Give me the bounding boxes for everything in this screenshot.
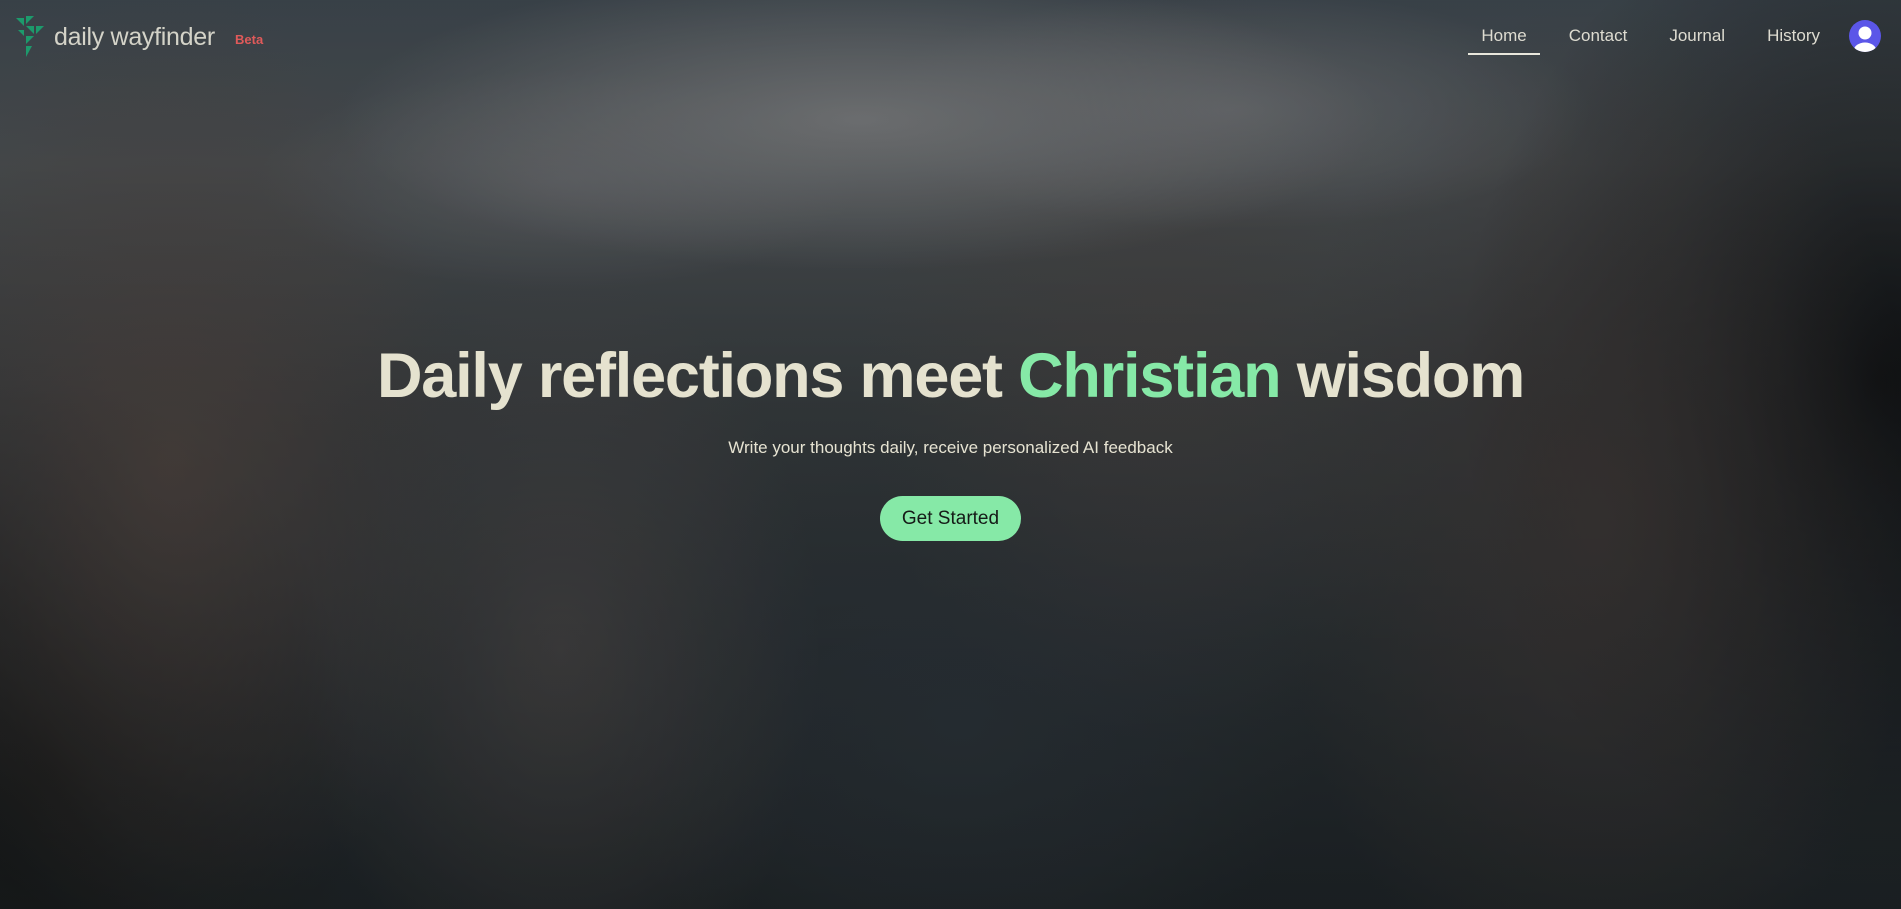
- logo-text: daily wayfinder: [54, 22, 215, 51]
- hero-subheadline: Write your thoughts daily, receive perso…: [728, 438, 1173, 457]
- headline-text-start: Daily reflections meet: [376, 341, 1019, 411]
- avatar-button[interactable]: [1849, 20, 1881, 52]
- page: daily wayfinder Beta Home Contact Journa…: [0, 0, 1901, 909]
- nav-item-contact[interactable]: Contact: [1556, 14, 1641, 58]
- logo-icon: [16, 16, 44, 57]
- headline-accent-word: Christian: [1018, 341, 1281, 411]
- logo-link[interactable]: daily wayfinder: [16, 16, 215, 58]
- nav-item-journal[interactable]: Journal: [1656, 14, 1738, 58]
- hero-headline: Daily reflections meet Christian wisdom: [0, 338, 1901, 414]
- headline-text-end: wisdom: [1280, 341, 1526, 411]
- main-nav: Home Contact Journal History: [1452, 14, 1881, 58]
- nav-item-home[interactable]: Home: [1468, 14, 1541, 58]
- hero-section: Daily reflections meet Christian wisdom …: [0, 338, 1901, 541]
- nav-item-history[interactable]: History: [1754, 14, 1833, 58]
- beta-badge: Beta: [235, 32, 264, 47]
- get-started-button[interactable]: Get Started: [879, 496, 1022, 541]
- user-icon: [1854, 26, 1876, 52]
- header: daily wayfinder Beta Home Contact Journa…: [0, 0, 1901, 76]
